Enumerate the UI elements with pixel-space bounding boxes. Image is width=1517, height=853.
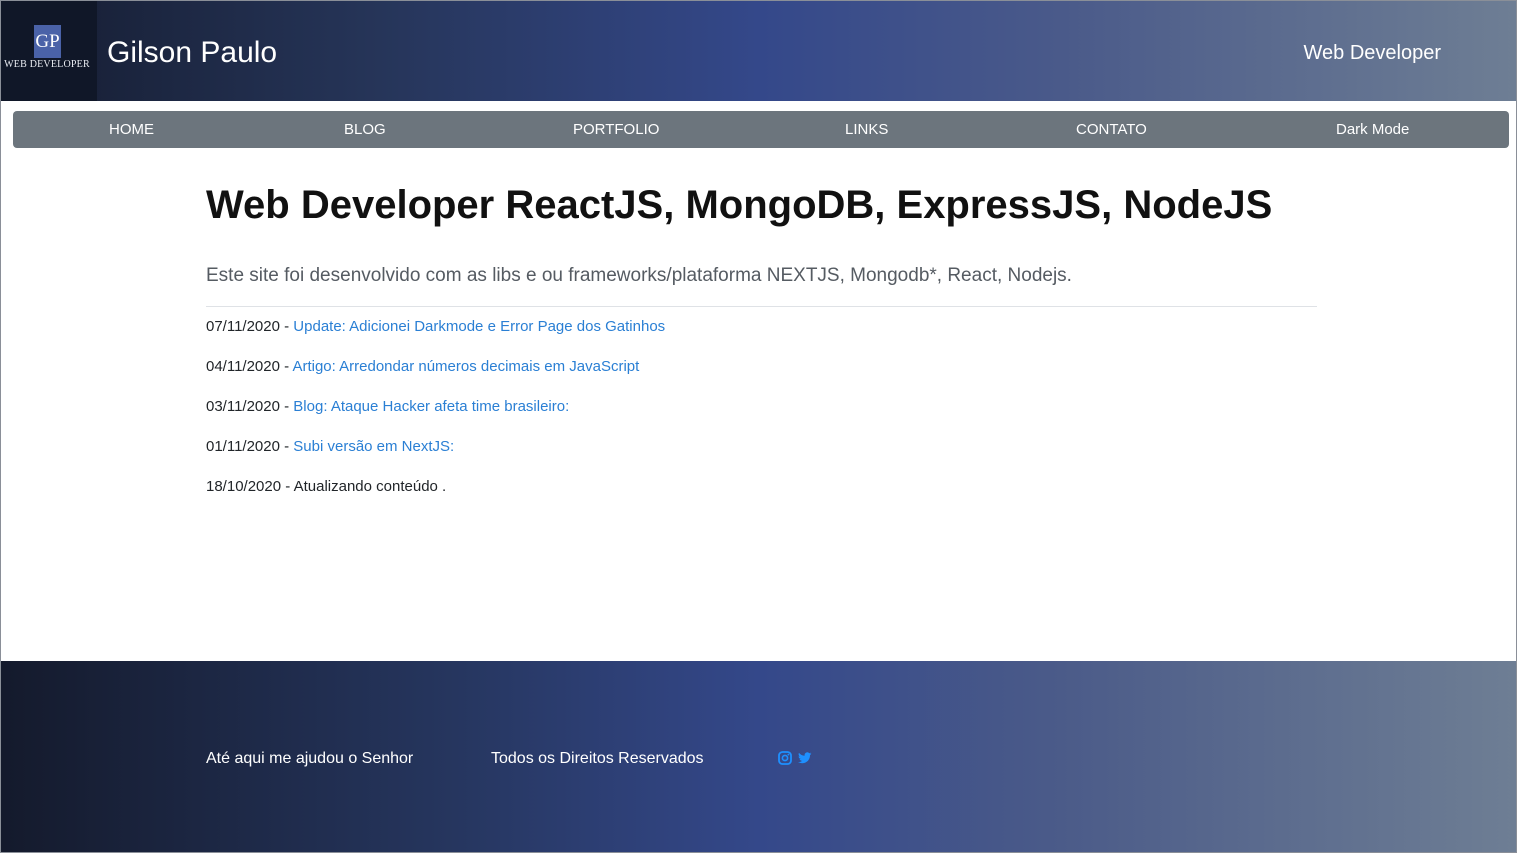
header-tagline: Web Developer [1303,42,1441,64]
update-date: 18/10/2020 - [206,478,291,495]
page-title: Web Developer ReactJS, MongoDB, ExpressJ… [206,183,1273,227]
footer-rights: Todos os Direitos Reservados [491,750,704,767]
dark-mode-toggle[interactable]: Dark Mode [1336,111,1409,148]
nav-home[interactable]: HOME [109,111,154,148]
instagram-icon[interactable] [778,751,792,765]
nav-links[interactable]: LINKS [845,111,888,148]
update-date: 01/11/2020 - [206,438,290,455]
site-title: Gilson Paulo [107,36,278,69]
update-item: 18/10/2020 - Atualizando conteúdo . [206,477,665,517]
update-link[interactable]: Blog: Ataque Hacker afeta time brasileir… [293,398,569,415]
main-nav: HOME BLOG PORTFOLIO LINKS CONTATO Dark M… [13,111,1509,148]
site-footer: Até aqui me ajudou o Senhor Todos os Dir… [1,661,1516,852]
site-header: GP WEB DEVELOPER Gilson Paulo Web Develo… [1,1,1516,101]
logo-mark: GP [34,25,61,58]
update-date: 07/11/2020 - [206,318,290,335]
updates-list: 07/11/2020 - Update: Adicionei Darkmode … [206,317,665,517]
divider [206,306,1317,307]
update-link[interactable]: Subi versão em NextJS: [293,438,454,455]
twitter-icon[interactable] [798,751,812,765]
update-link[interactable]: Update: Adicionei Darkmode e Error Page … [293,318,665,335]
update-item: 07/11/2020 - Update: Adicionei Darkmode … [206,317,665,357]
logo-subtitle: WEB DEVELOPER [4,59,90,70]
update-item: 04/11/2020 - Artigo: Arredondar números … [206,357,665,397]
update-date: 03/11/2020 - [206,398,290,415]
update-item: 01/11/2020 - Subi versão em NextJS: [206,437,665,477]
footer-motto: Até aqui me ajudou o Senhor [206,750,414,767]
nav-blog[interactable]: BLOG [344,111,386,148]
logo[interactable]: GP WEB DEVELOPER [1,1,97,101]
nav-contato[interactable]: CONTATO [1076,111,1147,148]
lead-text: Este site foi desenvolvido com as libs e… [206,265,1072,286]
update-link[interactable]: Artigo: Arredondar números decimais em J… [292,358,639,375]
update-text: Atualizando conteúdo . [293,478,447,495]
nav-portfolio[interactable]: PORTFOLIO [573,111,659,148]
update-date: 04/11/2020 - [206,358,290,375]
update-item: 03/11/2020 - Blog: Ataque Hacker afeta t… [206,397,665,437]
